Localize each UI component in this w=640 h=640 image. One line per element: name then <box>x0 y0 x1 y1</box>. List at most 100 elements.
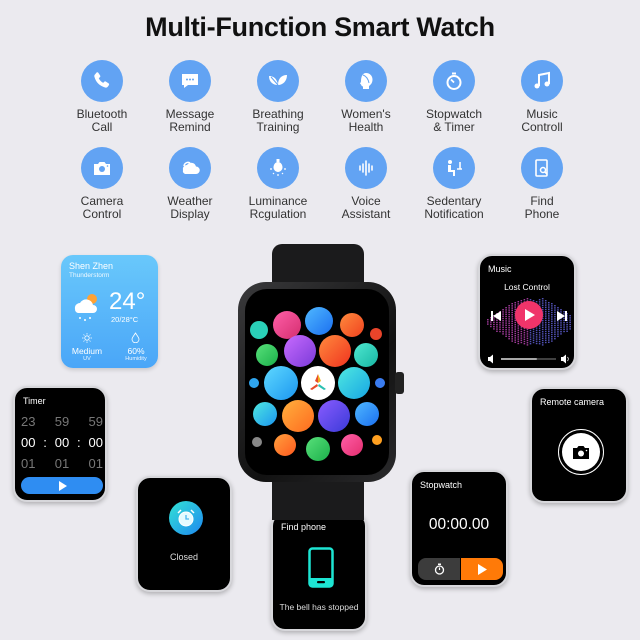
heart-rate-app-icon[interactable] <box>319 335 351 367</box>
workout-app-icon[interactable] <box>318 400 350 432</box>
sleep-app-icon[interactable] <box>284 335 316 367</box>
timer-prev-row[interactable]: 23 59 59 <box>21 414 103 429</box>
eq-dot <box>523 334 526 336</box>
mail-app-icon[interactable] <box>375 378 385 388</box>
eq-dot <box>514 324 517 326</box>
eq-dot <box>548 319 550 321</box>
message-app-icon[interactable] <box>256 344 278 366</box>
eq-dot <box>538 325 541 327</box>
eq-dot <box>520 328 523 330</box>
eq-dot <box>544 333 547 335</box>
eq-dot <box>502 322 504 324</box>
music-note-icon <box>521 60 563 102</box>
eq-dot <box>532 330 535 333</box>
eq-dot <box>517 342 520 345</box>
eq-dot <box>514 330 517 332</box>
timer-card: Timer 23 59 59 00 : 00 : 00 01 01 01 <box>13 386 107 502</box>
music-play-button[interactable] <box>515 301 543 329</box>
eq-dot <box>523 338 526 340</box>
eq-dot <box>493 328 495 330</box>
eq-dot <box>532 335 535 337</box>
eq-dot <box>502 333 504 335</box>
eq-dot <box>538 338 541 340</box>
voice-app-icon[interactable] <box>253 402 277 426</box>
eq-dot <box>520 330 523 333</box>
previous-track-icon[interactable] <box>490 310 502 322</box>
eq-dot <box>511 320 513 322</box>
weather-cloud-app-icon[interactable] <box>264 366 298 400</box>
eq-dot <box>505 307 507 309</box>
alarm-clock-icon[interactable] <box>169 501 203 535</box>
play-icon <box>524 309 535 321</box>
home-logo-icon[interactable] <box>301 366 335 400</box>
eq-dot <box>554 305 556 307</box>
eq-dot <box>554 322 556 324</box>
stopwatch-start-button[interactable] <box>461 558 503 580</box>
eq-dot <box>505 318 507 320</box>
meditation-app-icon[interactable] <box>305 307 333 335</box>
eq-dot <box>526 333 529 335</box>
eq-dot <box>541 335 544 337</box>
weather-app-icon[interactable] <box>340 313 364 337</box>
eq-dot <box>560 326 562 328</box>
eq-dot <box>551 311 553 314</box>
eq-dot <box>505 309 507 311</box>
eq-dot <box>496 326 498 328</box>
eq-dot <box>502 309 504 311</box>
eq-dot <box>548 313 550 315</box>
timer-next-row[interactable]: 01 01 01 <box>21 456 103 471</box>
page-title: Multi-Function Smart Watch <box>145 12 495 42</box>
camera-app-icon[interactable] <box>274 434 296 456</box>
feature-music-control: Music Controll <box>498 60 586 133</box>
eq-dot <box>569 321 571 323</box>
blood-oxygen-app-icon[interactable] <box>354 343 378 367</box>
flower-app-icon[interactable] <box>341 434 363 456</box>
eq-dot <box>569 319 571 321</box>
feature-stopwatch-timer: Stopwatch & Timer <box>410 60 498 133</box>
eq-dot <box>544 313 547 315</box>
settings-app-icon[interactable] <box>252 437 262 447</box>
phone-battery-icon[interactable] <box>249 378 259 388</box>
eq-dot <box>502 328 504 331</box>
eq-dot <box>529 338 532 340</box>
eq-dot <box>569 326 571 328</box>
eq-dot <box>551 316 553 318</box>
lungs-app-icon[interactable] <box>250 321 268 339</box>
stopwatch-app-icon[interactable] <box>282 400 314 432</box>
timer-current-row[interactable]: 00 : 00 : 00 <box>21 435 103 450</box>
eq-dot <box>535 331 538 334</box>
watch-crown[interactable] <box>395 372 404 394</box>
feature-luminance-regulation: Luminance Rcgulation <box>234 147 322 220</box>
humidity-value: 60% <box>127 346 145 356</box>
next-track-icon[interactable] <box>556 310 568 322</box>
eq-dot <box>505 313 507 315</box>
feature-label: Camera Control <box>80 194 124 221</box>
eq-dot <box>508 327 510 329</box>
feature-voice-assistant: Voice Assistant <box>322 147 410 220</box>
eq-dot <box>511 311 513 314</box>
eq-dot <box>508 307 510 309</box>
alarm-app-icon[interactable] <box>338 367 370 399</box>
eq-dot <box>508 329 510 331</box>
eq-dot <box>523 336 526 338</box>
shutter-button[interactable] <box>558 429 604 475</box>
eq-dot <box>520 300 523 302</box>
flashlight-app-icon[interactable] <box>372 435 382 445</box>
eq-dot <box>569 323 571 326</box>
eq-dot <box>551 303 553 305</box>
eq-dot <box>541 328 544 331</box>
eq-dot <box>541 344 544 346</box>
smartphone-icon[interactable] <box>308 547 334 588</box>
eq-dot <box>529 336 532 338</box>
sos-app-icon[interactable] <box>370 328 382 340</box>
eq-dot <box>526 328 529 331</box>
eq-dot <box>538 334 541 336</box>
lap-button[interactable] <box>418 558 460 580</box>
timer-start-button[interactable] <box>21 477 103 494</box>
weather-range: 20/28°C <box>111 315 139 324</box>
volume-slider[interactable] <box>488 354 570 364</box>
eq-dot <box>551 318 553 320</box>
world-clock-app-icon[interactable] <box>355 402 379 426</box>
eq-dot <box>563 326 565 328</box>
call-app-icon[interactable] <box>306 437 330 461</box>
